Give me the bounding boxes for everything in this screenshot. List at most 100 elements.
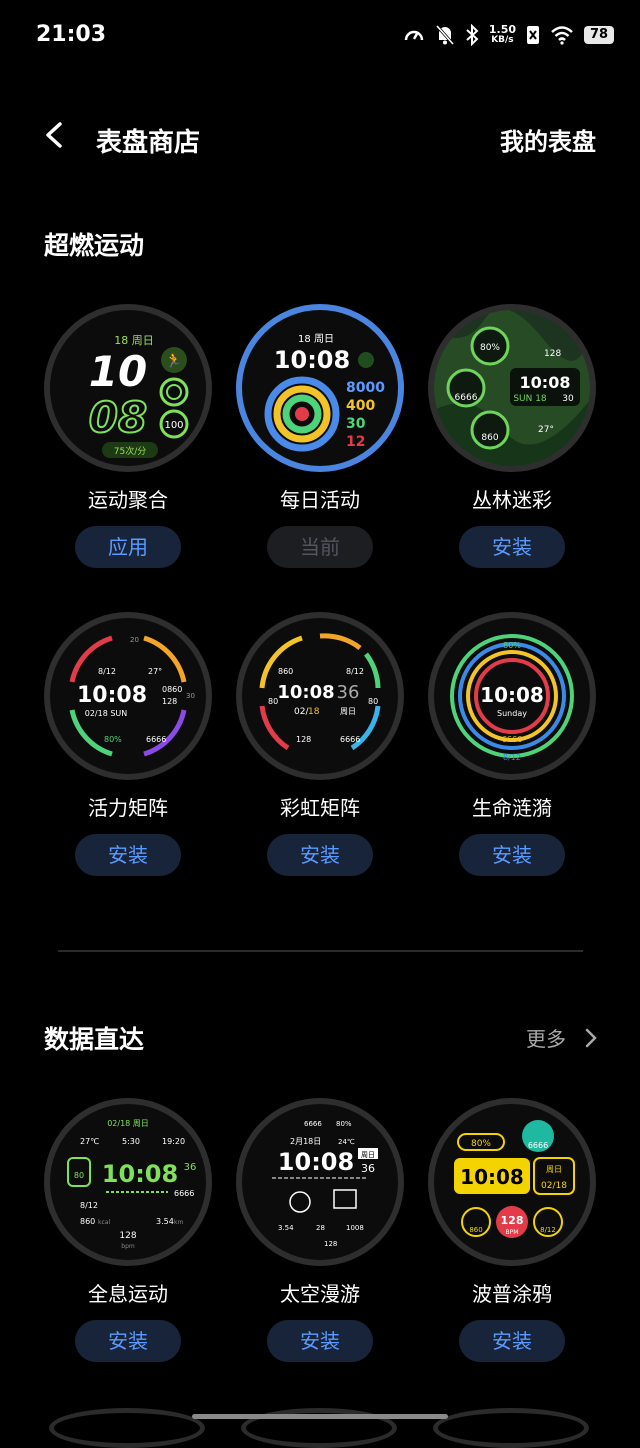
face-date-hl: 18 (308, 707, 320, 717)
watchface-preview[interactable]: 02/18 周日 27℃ 5:30 19:20 80 10:08 36 6666… (44, 1098, 212, 1266)
watchface-preview[interactable]: 80% 6666 10:08 周日 02/18 860 128 BPM 8/12 (428, 1098, 596, 1266)
watchface-card[interactable]: 80% 10:08 Sunday 6666 8/12 生命涟漪 安装 (422, 612, 602, 902)
face-sec: 36 (361, 1162, 375, 1175)
face-date: 02/18 周日 (107, 1119, 149, 1128)
face-kcal: 860 (80, 1217, 95, 1226)
face-sec: 36 (184, 1162, 197, 1173)
face-date: 18 周日 (114, 334, 154, 347)
watchface-preview[interactable]: 8/12 27° 20 30 10:08 02/18 SUN 0860 128 … (44, 612, 212, 780)
face-minute: 08 (89, 393, 147, 442)
face-battery: 80% (480, 343, 500, 353)
watchface-card[interactable]: 18 周日 10:08 8000 400 30 12 每日活动 当前 (230, 304, 410, 594)
watchface-preview[interactable]: 18 周日 10:08 8000 400 30 12 (236, 304, 404, 472)
face-day: Sunday (497, 709, 527, 718)
watchface-name: 丛林迷彩 (472, 488, 552, 512)
watchface-preview[interactable]: 80% 6666 860 10:08 SUN 18 30 128 27° (428, 304, 596, 472)
face-bpm: 128 (501, 1214, 524, 1227)
face-c: 1008 (346, 1224, 364, 1232)
watchface-preview-partial[interactable] (49, 1408, 205, 1448)
face-time: 10:08 (102, 1160, 178, 1188)
section-title-data: 数据直达 (44, 1025, 145, 1054)
install-button[interactable]: 安装 (267, 1320, 373, 1362)
face-kcal: 860 (469, 1226, 482, 1234)
face-date: 18 周日 (298, 333, 334, 345)
face-stat-kcal: 400 (346, 398, 375, 414)
watchface-preview[interactable]: 860 8/12 80 80 10:08 36 02/ 18 周日 128 66… (236, 612, 404, 780)
face-date: 2月18日 (290, 1137, 321, 1146)
face-stand: 8/12 (540, 1226, 556, 1234)
face-bpm: 128 (119, 1231, 136, 1241)
face-f: 6666 (340, 735, 360, 744)
bluetooth-icon (466, 24, 479, 46)
face-a: 3.54 (278, 1224, 294, 1232)
face-time: 10:08 (278, 1148, 354, 1176)
watchface-card[interactable]: 6666 80% 2月18日 24℃ 10:08 周日 36 3.54 28 1… (230, 1098, 410, 1388)
face-steps: 6666 (174, 1189, 194, 1198)
face-b: 27° (148, 667, 162, 676)
face-time: 10:08 (520, 373, 571, 392)
face-f: 6666 (146, 735, 166, 744)
current-button: 当前 (267, 526, 373, 568)
mute-bell-icon (435, 25, 454, 45)
install-button[interactable]: 安装 (459, 834, 565, 876)
face-b: 28 (316, 1224, 325, 1232)
install-button[interactable]: 安装 (267, 834, 373, 876)
section-divider (58, 950, 583, 952)
watchface-name: 活力矩阵 (88, 796, 168, 820)
watchface-preview[interactable]: 18 周日 10 08 🏃 100 75次/分 (44, 304, 212, 472)
face-bpm-unit: bpm (121, 1243, 135, 1250)
watchface-name: 太空漫游 (280, 1282, 360, 1306)
svg-text:🏃: 🏃 (165, 352, 182, 369)
face-time-s: 36 (337, 682, 360, 703)
face-stat-stand: 12 (346, 434, 365, 450)
face-sunrise: 5:30 (122, 1137, 140, 1146)
watchface-name: 每日活动 (280, 488, 360, 512)
my-watchfaces-link[interactable]: 我的表盘 (500, 122, 596, 157)
face-weekday: 周日 (546, 1165, 562, 1174)
speed-value: 1.50 (488, 23, 516, 36)
face-day-num: 30 (562, 394, 574, 404)
watchface-card[interactable]: 8/12 27° 20 30 10:08 02/18 SUN 0860 128 … (38, 612, 218, 902)
face-heart: 75次/分 (114, 445, 147, 457)
face-e: 80% (104, 735, 122, 744)
watchface-card[interactable]: 860 8/12 80 80 10:08 36 02/ 18 周日 128 66… (230, 612, 410, 902)
face-h: 30 (186, 692, 195, 700)
install-button[interactable]: 安装 (75, 834, 181, 876)
speed-unit: KB/s (491, 35, 514, 45)
face-batt: 80 (74, 1171, 84, 1180)
install-button[interactable]: 安装 (75, 1320, 181, 1362)
face-dist-unit: km (174, 1219, 183, 1226)
status-time: 21:03 (36, 22, 107, 47)
face-steps: 6666 (304, 1120, 322, 1128)
watchface-name: 彩虹矩阵 (280, 796, 360, 820)
home-indicator[interactable] (192, 1414, 448, 1419)
speedometer-icon (404, 30, 424, 41)
network-speed: 1.50 KB/s (489, 24, 516, 46)
install-button[interactable]: 安装 (459, 526, 565, 568)
apply-button[interactable]: 应用 (75, 526, 181, 568)
watchface-name: 全息运动 (88, 1282, 168, 1306)
watchface-card[interactable]: 18 周日 10 08 🏃 100 75次/分 运动聚合 应用 (38, 304, 218, 594)
watchface-card[interactable]: 02/18 周日 27℃ 5:30 19:20 80 10:08 36 6666… (38, 1098, 218, 1388)
face-stat-steps: 8000 (346, 380, 385, 396)
wifi-icon (551, 26, 573, 45)
more-link[interactable]: 更多 (526, 1023, 598, 1052)
face-a: 8/12 (98, 667, 116, 676)
back-arrow-icon[interactable] (40, 120, 70, 150)
face-hr: 128 (324, 1240, 337, 1248)
header: 表盘商店 我的表盘 (0, 110, 640, 170)
watchface-preview-partial[interactable] (433, 1408, 589, 1448)
face-temp: 27° (538, 425, 554, 435)
face-temp: 27℃ (80, 1137, 99, 1146)
watchface-preview[interactable]: 6666 80% 2月18日 24℃ 10:08 周日 36 3.54 28 1… (236, 1098, 404, 1266)
face-kcal-unit: kcal (98, 1219, 110, 1226)
face-date: 02/18 (541, 1181, 567, 1191)
watchface-card[interactable]: 80% 6666 860 10:08 SUN 18 30 128 27° 丛林迷… (422, 304, 602, 594)
battery-indicator: 78 (584, 26, 614, 44)
face-time-hm: 10:08 (277, 682, 334, 703)
watchface-name: 生命涟漪 (472, 796, 552, 820)
face-battery: 80% (503, 641, 521, 650)
watchface-card[interactable]: 80% 6666 10:08 周日 02/18 860 128 BPM 8/12… (422, 1098, 602, 1388)
install-button[interactable]: 安装 (459, 1320, 565, 1362)
watchface-preview[interactable]: 80% 10:08 Sunday 6666 8/12 (428, 612, 596, 780)
